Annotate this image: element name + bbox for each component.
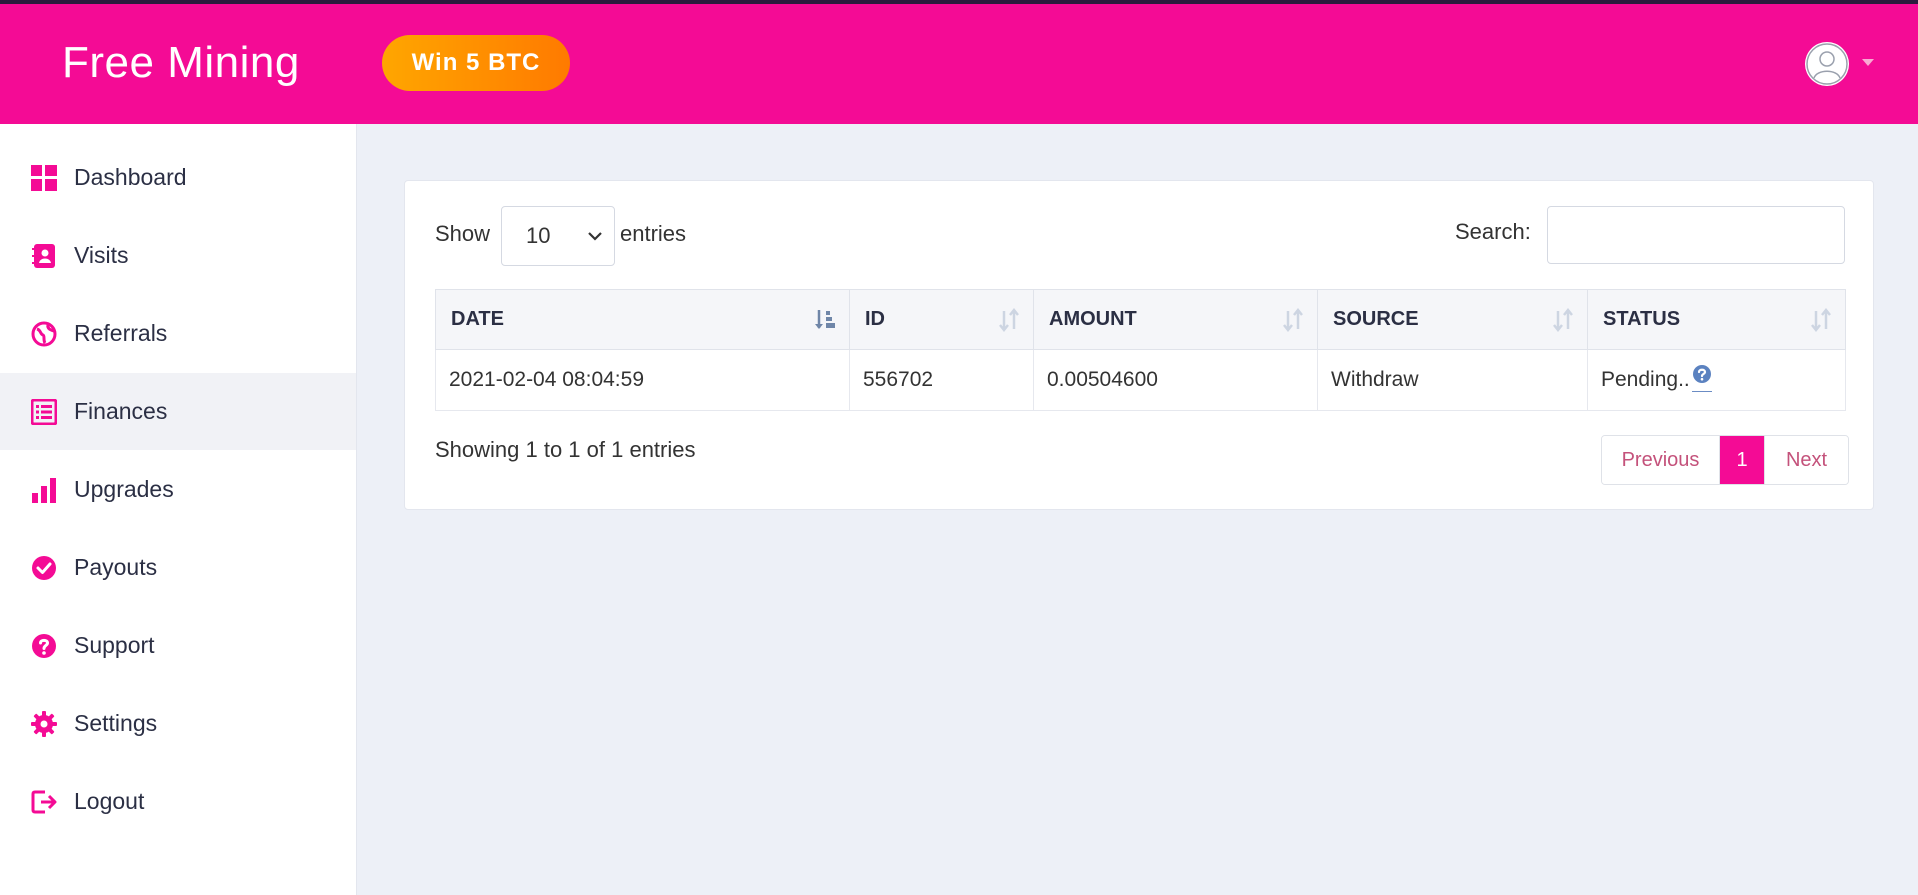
page-1-button[interactable]: 1: [1720, 436, 1764, 484]
search-label: Search:: [1455, 219, 1531, 244]
finances-table: DATE ID AMOUNT SOURCE STATUS 2021-02-04 …: [435, 289, 1846, 411]
sidebar-item-label: Upgrades: [74, 476, 174, 502]
sidebar-item-label: Dashboard: [74, 164, 187, 190]
sidebar-item-dashboard[interactable]: Dashboard: [0, 139, 356, 216]
sidebar-item-upgrades[interactable]: Upgrades: [0, 451, 356, 528]
sidebar-item-label: Visits: [74, 242, 129, 268]
cell-amount: 0.00504600: [1033, 349, 1318, 411]
column-header-id[interactable]: ID: [849, 289, 1034, 350]
top-header: Free Mining Win 5 BTC: [0, 4, 1918, 124]
logout-icon: [30, 788, 58, 816]
cell-date: 2021-02-04 08:04:59: [435, 349, 850, 411]
column-header-source[interactable]: SOURCE: [1317, 289, 1588, 350]
page-length-value: 10: [526, 223, 551, 248]
column-header-status[interactable]: STATUS: [1587, 289, 1846, 350]
user-avatar[interactable]: [1805, 42, 1849, 86]
user-menu-caret-icon[interactable]: [1862, 59, 1874, 66]
bar-chart-icon: [30, 476, 58, 504]
table-header-row: DATE ID AMOUNT SOURCE STATUS: [435, 289, 1846, 350]
entries-label: entries: [620, 221, 687, 246]
search-input[interactable]: [1547, 206, 1845, 264]
sort-desc-icon: [815, 310, 835, 329]
user-icon: [1806, 43, 1848, 85]
brand-title[interactable]: Free Mining: [62, 38, 300, 88]
sidebar-item-label: Finances: [74, 398, 168, 424]
sidebar-item-referrals[interactable]: Referrals: [0, 295, 356, 372]
cell-source: Withdraw: [1317, 349, 1588, 411]
next-page-button[interactable]: Next: [1764, 436, 1848, 484]
chevron-down-icon: [588, 232, 602, 241]
grid-icon: [30, 164, 58, 192]
question-circle-icon[interactable]: [1691, 364, 1712, 392]
column-header-date[interactable]: DATE: [435, 289, 850, 350]
check-circle-icon: [30, 554, 58, 582]
previous-page-button[interactable]: Previous: [1602, 436, 1720, 484]
sort-icon: [1283, 308, 1303, 332]
gear-icon: [30, 710, 58, 738]
column-header-amount[interactable]: AMOUNT: [1033, 289, 1318, 350]
show-label: Show: [435, 221, 491, 246]
finances-table-card: Show 10 entries Search: DATE ID AMOUNT S…: [404, 180, 1874, 510]
sort-icon: [1811, 308, 1831, 332]
sidebar-item-visits[interactable]: Visits: [0, 217, 356, 294]
globe-icon: [30, 320, 58, 348]
sidebar-item-label: Payouts: [74, 554, 158, 580]
sidebar-item-label: Settings: [74, 710, 158, 736]
sidebar-item-label: Logout: [74, 788, 145, 814]
contact-book-icon: [30, 242, 58, 270]
sidebar-item-support[interactable]: Support: [0, 607, 356, 684]
cell-id: 556702: [849, 349, 1034, 411]
sidebar-item-label: Support: [74, 632, 155, 658]
sort-icon: [999, 308, 1019, 332]
list-icon: [30, 398, 58, 426]
sidebar-item-logout[interactable]: Logout: [0, 763, 356, 840]
sidebar-item-settings[interactable]: Settings: [0, 685, 356, 762]
table-info: Showing 1 to 1 of 1 entries: [435, 437, 696, 462]
sidebar: Dashboard Visits Referrals Finances Upgr…: [0, 124, 357, 895]
sidebar-item-finances[interactable]: Finances: [0, 373, 356, 450]
sidebar-item-payouts[interactable]: Payouts: [0, 529, 356, 606]
question-circle-icon: [30, 632, 58, 660]
page-length-select[interactable]: 10: [501, 206, 615, 266]
sidebar-item-label: Referrals: [74, 320, 168, 346]
status-text: Pending..: [1601, 368, 1690, 391]
win-btc-button[interactable]: Win 5 BTC: [382, 35, 570, 91]
cell-status: Pending..: [1587, 349, 1846, 411]
pagination: Previous 1 Next: [1601, 435, 1849, 485]
sort-icon: [1553, 308, 1573, 332]
table-row: 2021-02-04 08:04:59 556702 0.00504600 Wi…: [435, 349, 1846, 411]
